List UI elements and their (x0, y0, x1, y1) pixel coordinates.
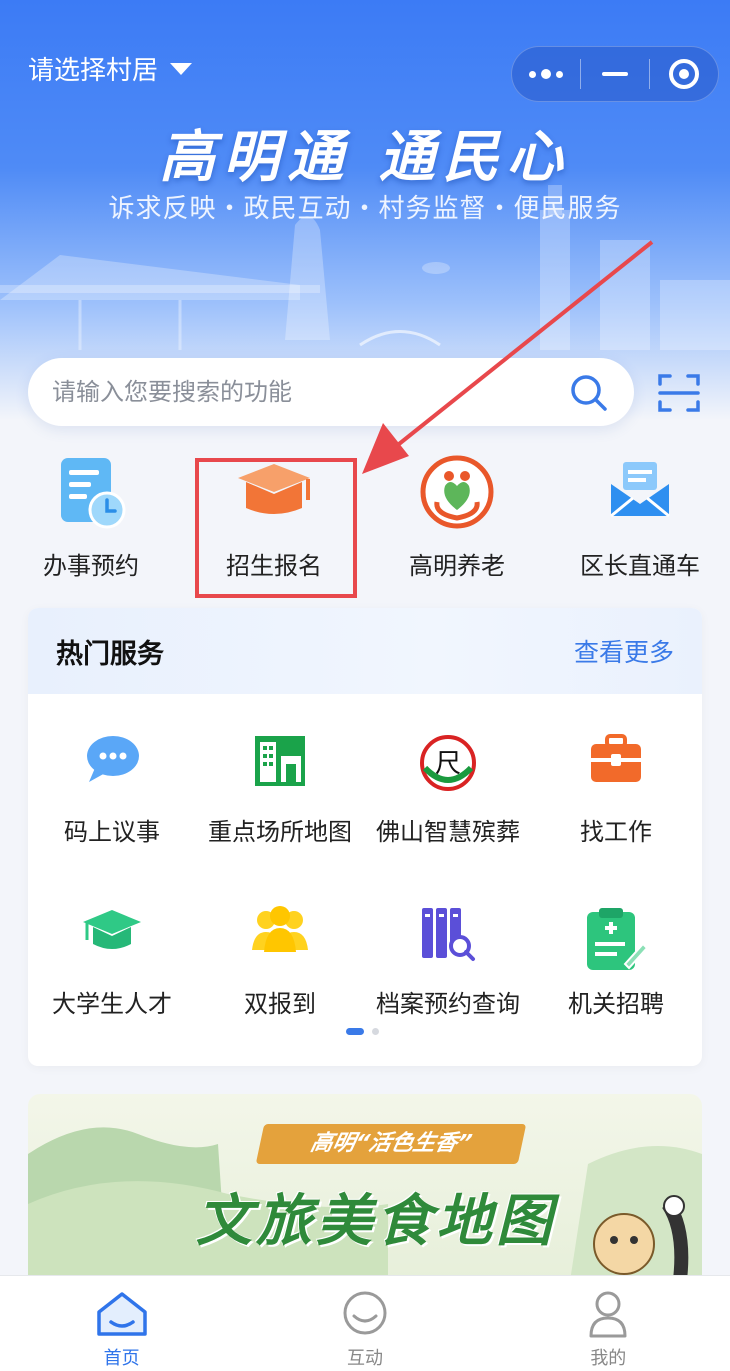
hero-title: 高明通 通民心 (159, 125, 571, 190)
funeral-service-icon: 尺 (420, 735, 476, 791)
mini-program-capsule (511, 46, 719, 102)
page-indicator (346, 1028, 379, 1035)
service-label: 档案预约查询 (376, 990, 520, 1018)
elderly-care-icon (420, 455, 494, 529)
people-icon (252, 906, 308, 952)
hero-banner: 请选择村居 高明通 通民心 诉求反映・政民互动・村务监督・便民服务 (0, 0, 730, 420)
service-label: 双报到 (244, 990, 316, 1018)
quick-action-appointment[interactable]: 办事预约 (0, 446, 182, 596)
mail-icon (610, 462, 670, 518)
caret-down-icon (170, 62, 193, 75)
page-dot (372, 1028, 379, 1035)
service-label: 佛山智慧殡葬 (376, 818, 520, 846)
scan-icon[interactable] (658, 372, 700, 414)
building-map-icon (255, 736, 305, 786)
user-icon (589, 1291, 627, 1338)
village-selector[interactable]: 请选择村居 (28, 50, 193, 87)
quick-actions: 办事预约 招生报名 高明养老 区长直通车 (0, 446, 730, 596)
service-label: 找工作 (580, 818, 652, 846)
tab-profile[interactable]: 我的 (487, 1276, 730, 1371)
service-item[interactable]: 双报到 (196, 866, 364, 1018)
quick-action-label: 区长直通车 (580, 552, 700, 580)
service-item[interactable]: 码上议事 (28, 694, 196, 846)
service-label: 机关招聘 (568, 990, 664, 1018)
quick-action-label: 办事预约 (43, 552, 139, 580)
service-item[interactable]: 尺 佛山智慧殡葬 (364, 694, 532, 846)
svg-text:尺: 尺 (435, 749, 461, 779)
more-dots-icon (529, 69, 563, 79)
bottom-tab-bar: 首页 互动 我的 (0, 1275, 730, 1371)
home-icon (96, 1292, 147, 1336)
tab-label: 我的 (590, 1348, 627, 1369)
service-item[interactable]: 找工作 (532, 694, 700, 846)
more-options-button[interactable] (512, 47, 580, 101)
service-item[interactable]: 重点场所地图 (196, 694, 364, 846)
hot-services-header: 热门服务 查看更多 (28, 608, 702, 694)
minimize-button[interactable] (581, 47, 649, 101)
minus-icon (602, 72, 628, 76)
quick-action-district-mailbox[interactable]: 区长直通车 (549, 446, 730, 596)
service-item[interactable]: 机关招聘 (532, 866, 700, 1018)
hot-services-card: 热门服务 查看更多 码上议事 重点场所地图 尺 佛山智慧殡葬 找工作 大学生人才… (28, 608, 702, 1066)
service-label: 码上议事 (64, 818, 160, 846)
quick-action-elderly-care[interactable]: 高明养老 (366, 446, 548, 596)
tab-home[interactable]: 首页 (0, 1276, 243, 1371)
annotation-highlight-box (195, 458, 357, 598)
quick-action-label: 高明养老 (409, 552, 505, 580)
hero-subtitle: 诉求反映・政民互动・村务监督・便民服务 (108, 194, 622, 224)
village-selector-label: 请选择村居 (28, 56, 159, 86)
tab-label: 互动 (346, 1348, 383, 1369)
service-item[interactable]: 档案预约查询 (364, 866, 532, 1018)
target-circle-icon (669, 59, 699, 89)
interaction-icon (343, 1291, 387, 1335)
service-label: 重点场所地图 (208, 818, 352, 846)
service-label: 大学生人才 (52, 990, 172, 1018)
hot-services-title: 热门服务 (56, 638, 164, 670)
banner-title: 文旅美食地图 (196, 1189, 556, 1254)
page-dot-active (346, 1028, 364, 1035)
graduate-cap-icon (83, 910, 141, 949)
clipboard-plus-icon (587, 908, 647, 970)
calendar-clock-icon (61, 458, 126, 529)
view-more-link[interactable]: 查看更多 (574, 633, 674, 669)
chat-bubble-icon (87, 736, 139, 782)
banner-tag: 高明“活色生香” (255, 1124, 527, 1164)
close-program-button[interactable] (650, 47, 718, 101)
tab-interaction[interactable]: 互动 (243, 1276, 486, 1371)
promo-banner[interactable]: 高明“活色生香” 文旅美食地图 (28, 1094, 702, 1294)
service-item[interactable]: 大学生人才 (28, 866, 196, 1018)
tab-label: 首页 (103, 1348, 140, 1369)
search-input[interactable] (52, 378, 532, 406)
search-bar[interactable] (28, 358, 634, 426)
search-icon[interactable] (570, 374, 608, 412)
archive-search-icon (422, 908, 475, 961)
briefcase-icon (591, 734, 641, 782)
